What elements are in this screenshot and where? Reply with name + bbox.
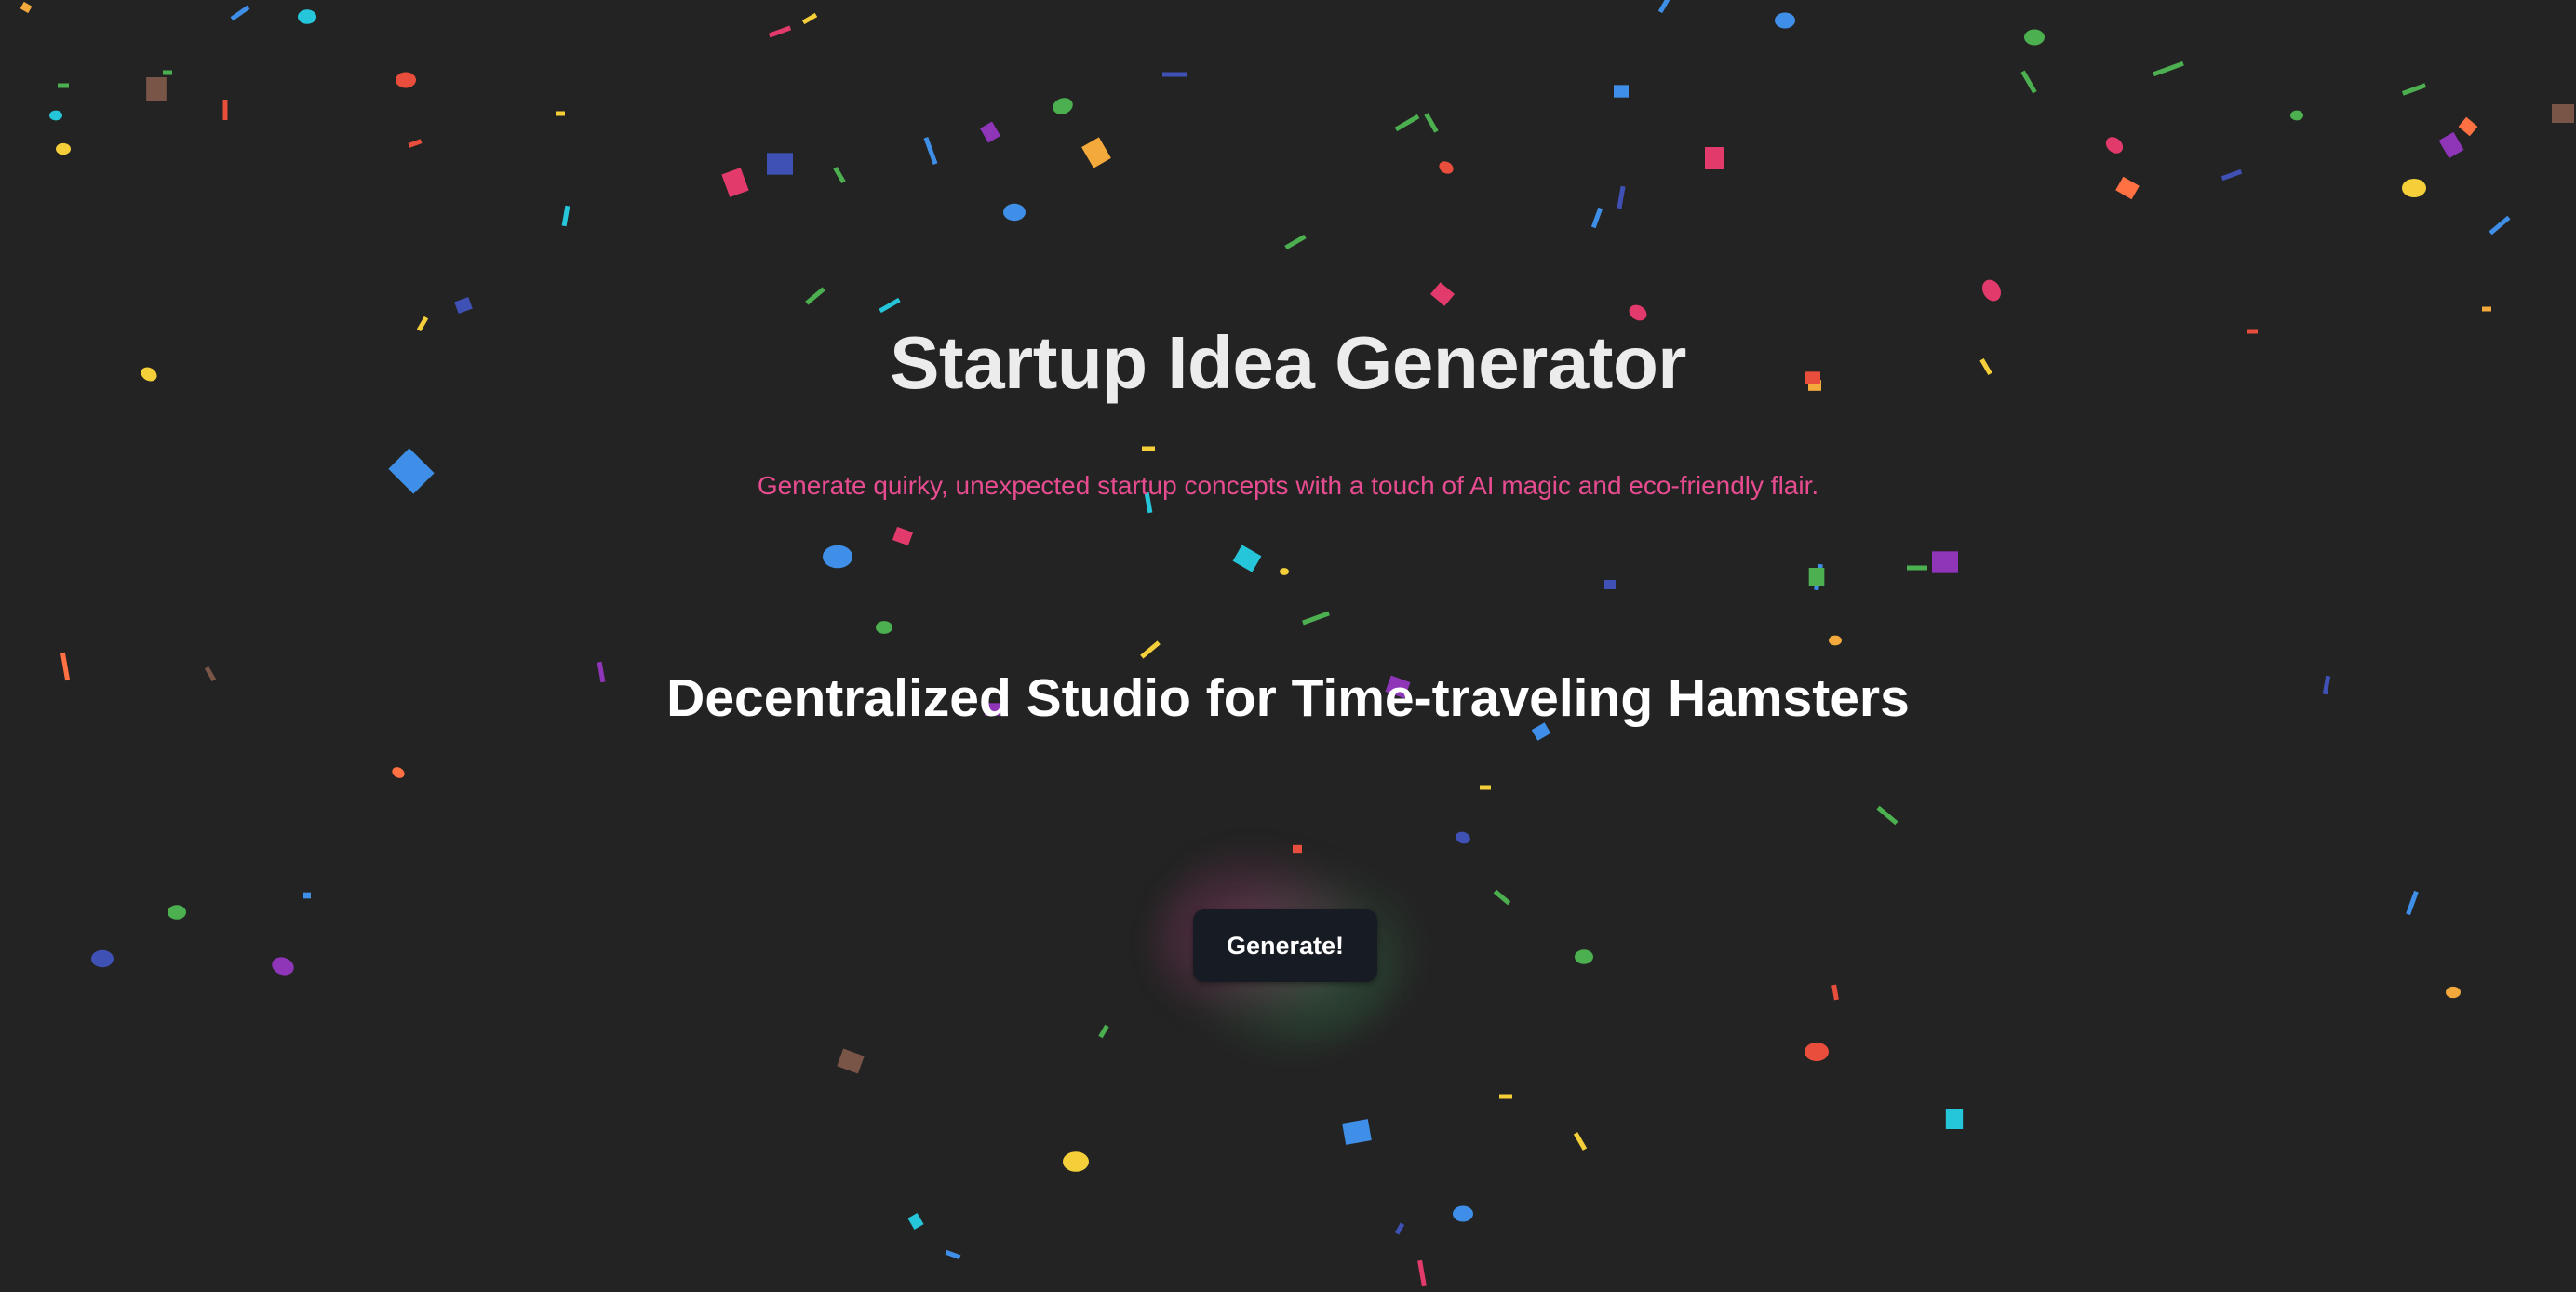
main-content: Startup Idea Generator Generate quirky, … — [0, 0, 2576, 1292]
generated-idea: Decentralized Studio for Time-traveling … — [666, 668, 1910, 728]
page-subtitle: Generate quirky, unexpected startup conc… — [757, 471, 1819, 500]
page-title: Startup Idea Generator — [890, 321, 1686, 404]
generate-button[interactable]: Generate! — [1193, 909, 1377, 982]
app-page: Startup Idea Generator Generate quirky, … — [0, 0, 2576, 1292]
